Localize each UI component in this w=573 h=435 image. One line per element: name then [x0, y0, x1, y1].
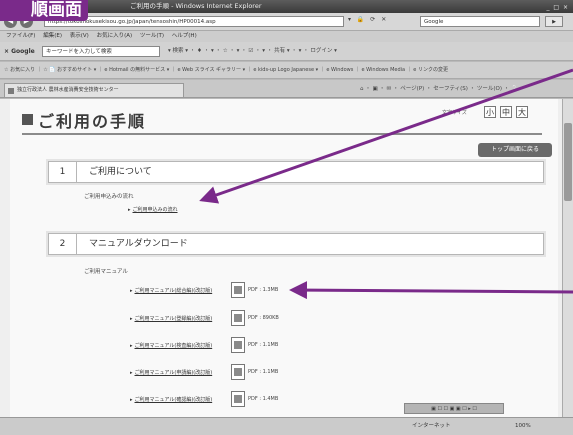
annotation-arrows — [199, 68, 573, 300]
arrow-to-flow-link — [199, 68, 573, 204]
arrow-to-first-manual — [289, 281, 573, 300]
